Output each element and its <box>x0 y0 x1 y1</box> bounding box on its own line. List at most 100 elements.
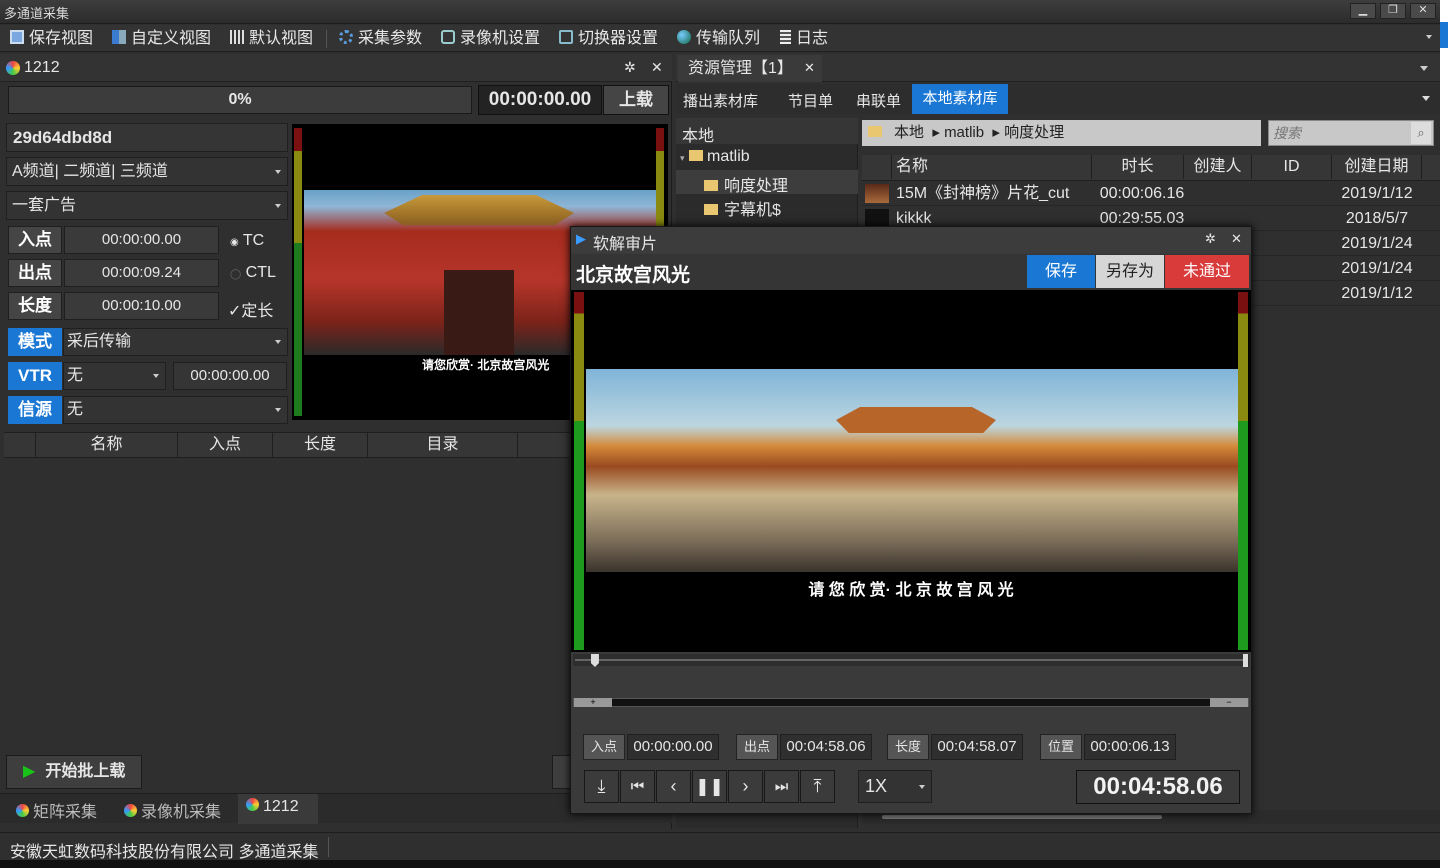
out-point-field[interactable]: 00:04:58.06 <box>780 734 872 760</box>
search-icon[interactable]: ⌕ <box>1411 122 1431 144</box>
main-toolbar: 保存视图 自定义视图 默认视图 采集参数 录像机设置 切换器设置 传输队列 日志 <box>0 25 1440 52</box>
upload-button[interactable]: 上载 <box>603 85 669 115</box>
tab-1212[interactable]: 1212 <box>238 794 318 824</box>
review-timecode: 00:04:58.06 <box>1076 770 1240 804</box>
clip-id-field[interactable]: 29d64dbd8d <box>6 123 288 152</box>
gear-icon[interactable]: ✲ <box>1205 231 1216 247</box>
subtab-local[interactable]: 本地素材库 <box>912 84 1008 114</box>
close-icon[interactable]: ✕ <box>804 60 815 76</box>
position-field[interactable]: 00:00:06.13 <box>1084 734 1176 760</box>
go-start-button[interactable]: ⏮ <box>620 770 655 803</box>
close-window-button[interactable]: ✕ <box>1410 3 1436 19</box>
col-id[interactable]: ID <box>1252 155 1332 179</box>
resource-tab[interactable]: 资源管理【1】 <box>678 55 822 82</box>
mode-dropdown[interactable]: 采后传输 <box>63 328 288 356</box>
length-button[interactable]: 长度 <box>887 734 929 760</box>
col-in[interactable]: 入点 <box>178 433 273 457</box>
toolbar-switcher-settings[interactable]: 切换器设置 <box>559 28 658 50</box>
tab-vcr-capture[interactable]: 录像机采集 <box>124 798 221 822</box>
ctl-radio[interactable]: ◯ CTL <box>230 264 276 282</box>
fixed-length-checkbox[interactable]: ✓定长 <box>228 297 273 321</box>
out-point-button[interactable]: 出点 <box>8 259 62 287</box>
save-button[interactable]: 保存 <box>1027 255 1095 288</box>
out-point-button[interactable]: 出点 <box>736 734 778 760</box>
col-duration[interactable]: 时长 <box>1092 155 1184 179</box>
search-box[interactable]: ⌕ <box>1268 120 1434 146</box>
col-creator[interactable]: 创建人 <box>1184 155 1252 179</box>
channels-dropdown[interactable]: A频道| 二频道| 三频道 <box>6 157 288 186</box>
mark-in-button[interactable]: ⤓ <box>584 770 619 803</box>
search-input[interactable] <box>1273 123 1403 143</box>
cell-name: 15M《封神榜》片花_cut <box>896 185 1070 202</box>
vtr-dropdown[interactable]: 无 <box>63 362 166 390</box>
go-end-button[interactable]: ⏭ <box>764 770 799 803</box>
upload-icon: ⤒ <box>813 776 822 796</box>
tc-radio[interactable]: ◉ TC <box>230 232 264 250</box>
col-name[interactable]: 名称 <box>36 433 178 457</box>
toolbar-vcr-settings[interactable]: 录像机设置 <box>441 28 540 50</box>
restore-button[interactable]: ❐ <box>1380 3 1406 19</box>
breadcrumb[interactable]: 本地 ▸ matlib ▸ 响度处理 <box>862 120 1261 146</box>
in-point-button[interactable]: 入点 <box>583 734 625 760</box>
toolbar-overflow-icon[interactable] <box>1426 35 1432 39</box>
length-field[interactable]: 00:04:58.07 <box>931 734 1023 760</box>
category-dropdown[interactable]: 一套广告 <box>6 191 288 220</box>
timeline-scrubber[interactable] <box>573 654 1249 667</box>
cell-duration: 00:00:06.16 <box>1099 185 1185 202</box>
tree-item-subtitle[interactable]: 字幕机$ <box>704 196 781 220</box>
review-dialog: ▶ 软解审片 ✲ ✕ 北京故宫风光 保存 另存为 未通过 请 您 欣 赏· 北 … <box>570 226 1252 814</box>
table-row[interactable]: 15M《封神榜》片花_cut 00:00:06.16 2019/1/12 <box>862 181 1440 206</box>
toolbar-default-view[interactable]: 默认视图 <box>230 28 313 50</box>
subtab-menu-icon[interactable] <box>1422 96 1430 101</box>
col-date[interactable]: 创建日期 <box>1332 155 1422 179</box>
toolbar-save-view[interactable]: 保存视图 <box>10 28 93 50</box>
tree-item-matlib[interactable]: ▾ matlib <box>680 148 750 166</box>
col-name[interactable]: 名称 <box>892 155 1092 179</box>
position-button[interactable]: 位置 <box>1040 734 1082 760</box>
source-dropdown[interactable]: 无 <box>63 396 288 424</box>
zoom-bar[interactable]: + − <box>573 698 1249 707</box>
save-as-button[interactable]: 另存为 <box>1096 255 1164 288</box>
length-field[interactable]: 00:00:10.00 <box>64 292 219 320</box>
col-dir[interactable]: 目录 <box>368 433 518 457</box>
tab-matrix-capture[interactable]: 矩阵采集 <box>16 798 97 822</box>
toolbar-log[interactable]: 日志 <box>780 28 828 50</box>
tree-root[interactable]: 本地 <box>676 118 858 145</box>
in-point-field[interactable]: 00:00:00.00 <box>64 226 219 254</box>
pause-button[interactable]: ❚❚ <box>692 770 727 803</box>
out-point-field[interactable]: 00:00:09.24 <box>64 259 219 287</box>
subtab-program[interactable]: 节目单 <box>788 90 833 111</box>
panel-menu-icon[interactable] <box>1420 66 1428 71</box>
toolbar-capture-params[interactable]: 采集参数 <box>339 28 422 50</box>
toolbar-custom-view[interactable]: 自定义视图 <box>112 28 211 50</box>
default-view-icon <box>230 30 244 44</box>
out-marker[interactable] <box>1243 654 1248 667</box>
step-back-button[interactable]: ‹ <box>656 770 691 803</box>
zoom-in-icon[interactable]: + <box>574 698 612 707</box>
close-icon[interactable]: ✕ <box>1231 231 1242 247</box>
zoom-out-icon[interactable]: − <box>1210 698 1248 707</box>
gear-icon[interactable]: ✲ <box>624 59 636 76</box>
speed-dropdown[interactable]: 1X <box>858 770 932 803</box>
subtab-rundown[interactable]: 串联单 <box>856 90 901 111</box>
globe-icon <box>677 30 691 44</box>
in-point-field[interactable]: 00:00:00.00 <box>627 734 719 760</box>
tree-item-loudness[interactable]: 响度处理 <box>676 170 858 195</box>
vtr-timecode[interactable]: 00:00:00.00 <box>173 362 287 390</box>
delete-icon[interactable] <box>552 755 572 789</box>
subtab-broadcast[interactable]: 播出素材库 <box>683 90 758 111</box>
skip-end-icon: ⏭ <box>774 778 789 795</box>
playhead-handle[interactable] <box>590 654 599 667</box>
source-label: 信源 <box>8 396 62 424</box>
step-forward-button[interactable]: › <box>728 770 763 803</box>
length-button[interactable]: 长度 <box>8 292 62 320</box>
close-icon[interactable]: ✕ <box>651 59 663 76</box>
minimize-button[interactable]: ▁ <box>1350 3 1376 19</box>
channel-icon <box>16 804 29 817</box>
in-point-button[interactable]: 入点 <box>8 226 62 254</box>
col-length[interactable]: 长度 <box>273 433 368 457</box>
toolbar-transfer-queue[interactable]: 传输队列 <box>677 28 760 50</box>
reject-button[interactable]: 未通过 <box>1165 255 1249 288</box>
mark-out-button[interactable]: ⤒ <box>800 770 835 803</box>
start-batch-button[interactable]: ▶ 开始批上载 <box>6 755 142 789</box>
